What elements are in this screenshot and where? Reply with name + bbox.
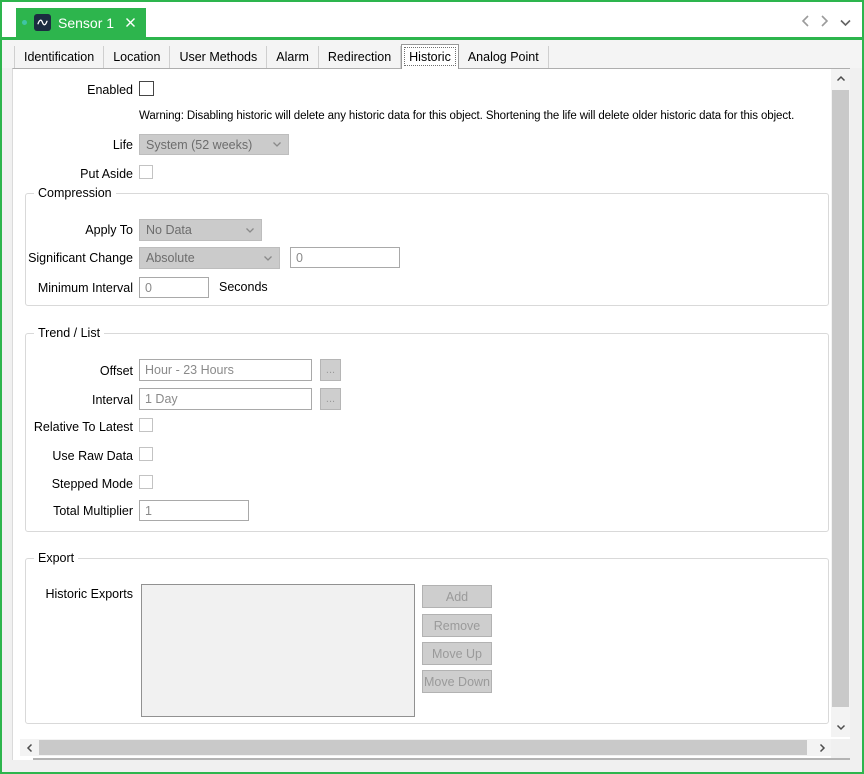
compression-legend: Compression <box>34 186 116 200</box>
use-raw-data-checkbox[interactable] <box>139 447 153 461</box>
vertical-scrollbar-thumb[interactable] <box>832 90 849 707</box>
life-label: Life <box>13 137 133 153</box>
tab-redirection[interactable]: Redirection <box>319 46 401 68</box>
close-icon[interactable] <box>125 17 136 28</box>
significant-change-dropdown[interactable]: Absolute <box>139 247 280 269</box>
scroll-right-icon[interactable] <box>813 739 831 756</box>
interval-browse-button[interactable]: ... <box>320 388 341 410</box>
minimum-interval-units-label: Seconds <box>219 280 268 294</box>
scroll-up-icon[interactable] <box>831 69 850 88</box>
put-aside-label: Put Aside <box>13 166 133 182</box>
tab-strip: Identification Location User Methods Ala… <box>2 40 862 68</box>
historic-exports-label: Historic Exports <box>13 586 133 602</box>
relative-to-latest-checkbox[interactable] <box>139 418 153 432</box>
interval-label: Interval <box>13 392 133 408</box>
tab-identification[interactable]: Identification <box>14 46 104 68</box>
offset-label: Offset <box>13 363 133 379</box>
enabled-label: Enabled <box>13 82 133 98</box>
add-button[interactable]: Add <box>422 585 492 608</box>
tab-location[interactable]: Location <box>104 46 170 68</box>
status-dot-icon <box>22 20 27 25</box>
chevron-right-icon[interactable] <box>820 14 829 31</box>
minimum-interval-input[interactable] <box>139 277 209 298</box>
life-dropdown[interactable]: System (52 weeks) <box>139 134 289 155</box>
waveform-icon <box>34 14 51 31</box>
tab-historic[interactable]: Historic <box>401 44 459 69</box>
tab-analog-point[interactable]: Analog Point <box>459 46 549 68</box>
put-aside-checkbox[interactable] <box>139 165 153 179</box>
apply-to-dropdown-value: No Data <box>146 223 192 237</box>
offset-browse-button[interactable]: ... <box>320 359 341 381</box>
app-window: Sensor 1 Identification Location User Me… <box>0 0 864 774</box>
tab-alarm[interactable]: Alarm <box>267 46 319 68</box>
chevron-left-icon[interactable] <box>801 14 810 31</box>
relative-to-latest-label: Relative To Latest <box>13 419 133 435</box>
historic-exports-listbox[interactable] <box>141 584 415 717</box>
total-multiplier-label: Total Multiplier <box>13 503 133 519</box>
export-legend: Export <box>34 551 78 565</box>
interval-input[interactable] <box>139 388 312 410</box>
tab-user-methods[interactable]: User Methods <box>170 46 267 68</box>
stepped-mode-checkbox[interactable] <box>139 475 153 489</box>
life-dropdown-value: System (52 weeks) <box>146 138 252 152</box>
move-up-button[interactable]: Move Up <box>422 642 492 665</box>
chevron-down-icon[interactable] <box>839 16 852 30</box>
horizontal-scrollbar[interactable] <box>20 739 831 756</box>
apply-to-label: Apply To <box>13 222 133 238</box>
scroll-left-icon[interactable] <box>20 739 38 756</box>
offset-input[interactable] <box>139 359 312 381</box>
significant-change-amount-input[interactable] <box>290 247 400 268</box>
minimum-interval-label: Minimum Interval <box>13 280 133 296</box>
use-raw-data-label: Use Raw Data <box>13 448 133 464</box>
scrollbar-corner <box>831 739 851 758</box>
historic-warning-text: Warning: Disabling historic will delete … <box>139 110 794 122</box>
tab-navigation <box>801 14 852 31</box>
chevron-down-icon <box>272 141 282 148</box>
remove-button[interactable]: Remove <box>422 614 492 637</box>
trend-list-legend: Trend / List <box>34 326 104 340</box>
total-multiplier-input[interactable] <box>139 500 249 521</box>
stepped-mode-label: Stepped Mode <box>13 476 133 492</box>
chevron-down-icon <box>245 227 255 234</box>
significant-change-label: Significant Change <box>13 250 133 266</box>
vertical-scrollbar[interactable] <box>831 69 850 737</box>
scroll-down-icon[interactable] <box>831 718 850 737</box>
significant-change-dropdown-value: Absolute <box>146 251 195 265</box>
document-tab-bar: Sensor 1 <box>2 2 862 37</box>
apply-to-dropdown[interactable]: No Data <box>139 219 262 241</box>
historic-tab-page: Enabled Warning: Disabling historic will… <box>12 68 850 760</box>
document-tab-title: Sensor 1 <box>58 15 114 31</box>
horizontal-scrollbar-thumb[interactable] <box>39 740 807 755</box>
move-down-button[interactable]: Move Down <box>422 670 492 693</box>
chevron-down-icon <box>263 255 273 262</box>
panel-bottom-edge <box>33 758 850 760</box>
document-tab-sensor-1[interactable]: Sensor 1 <box>16 8 146 37</box>
enabled-checkbox[interactable] <box>139 81 154 96</box>
